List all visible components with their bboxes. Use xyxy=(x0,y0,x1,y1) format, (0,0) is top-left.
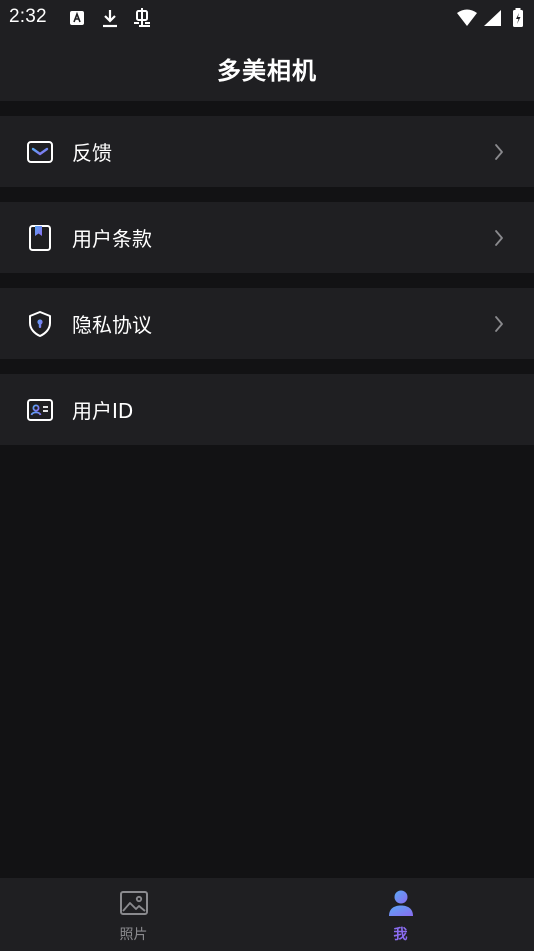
menu-item-privacy-policy[interactable]: 隐私协议 xyxy=(0,288,534,359)
menu-item-user-terms[interactable]: 用户条款 xyxy=(0,202,534,273)
page-title: 多美相机 xyxy=(217,57,317,85)
app-header: 多美相机 xyxy=(0,36,534,101)
user-icon xyxy=(386,888,416,918)
menu-item-label: 用户ID xyxy=(72,399,134,423)
menu-item-label: 反馈 xyxy=(72,141,112,165)
menu-item-feedback[interactable]: 反馈 xyxy=(0,116,534,187)
menu-item-label: 隐私协议 xyxy=(72,313,152,337)
image-icon xyxy=(119,888,149,918)
bug-icon xyxy=(131,7,153,29)
mail-icon xyxy=(26,138,54,166)
chevron-right-icon xyxy=(492,142,506,162)
id-card-icon xyxy=(26,396,54,424)
status-time: 2:32 xyxy=(9,6,47,27)
chevron-right-icon xyxy=(492,228,506,248)
tab-label: 照片 xyxy=(119,927,148,943)
wifi-icon xyxy=(456,7,478,29)
bottom-nav: 照片 我 xyxy=(0,878,534,951)
shield-icon xyxy=(26,310,54,338)
download-icon xyxy=(99,7,121,29)
text-a-icon xyxy=(66,7,88,29)
battery-icon xyxy=(507,7,529,29)
bookmark-icon xyxy=(26,224,54,252)
signal-icon xyxy=(481,7,503,29)
tab-me[interactable]: 我 xyxy=(267,878,534,951)
menu-item-label: 用户条款 xyxy=(72,227,152,251)
tab-photos[interactable]: 照片 xyxy=(0,878,267,951)
chevron-right-icon xyxy=(492,314,506,334)
status-bar: 2:32 xyxy=(0,0,534,36)
tab-label: 我 xyxy=(393,927,408,943)
menu-item-user-id[interactable]: 用户ID xyxy=(0,374,534,445)
